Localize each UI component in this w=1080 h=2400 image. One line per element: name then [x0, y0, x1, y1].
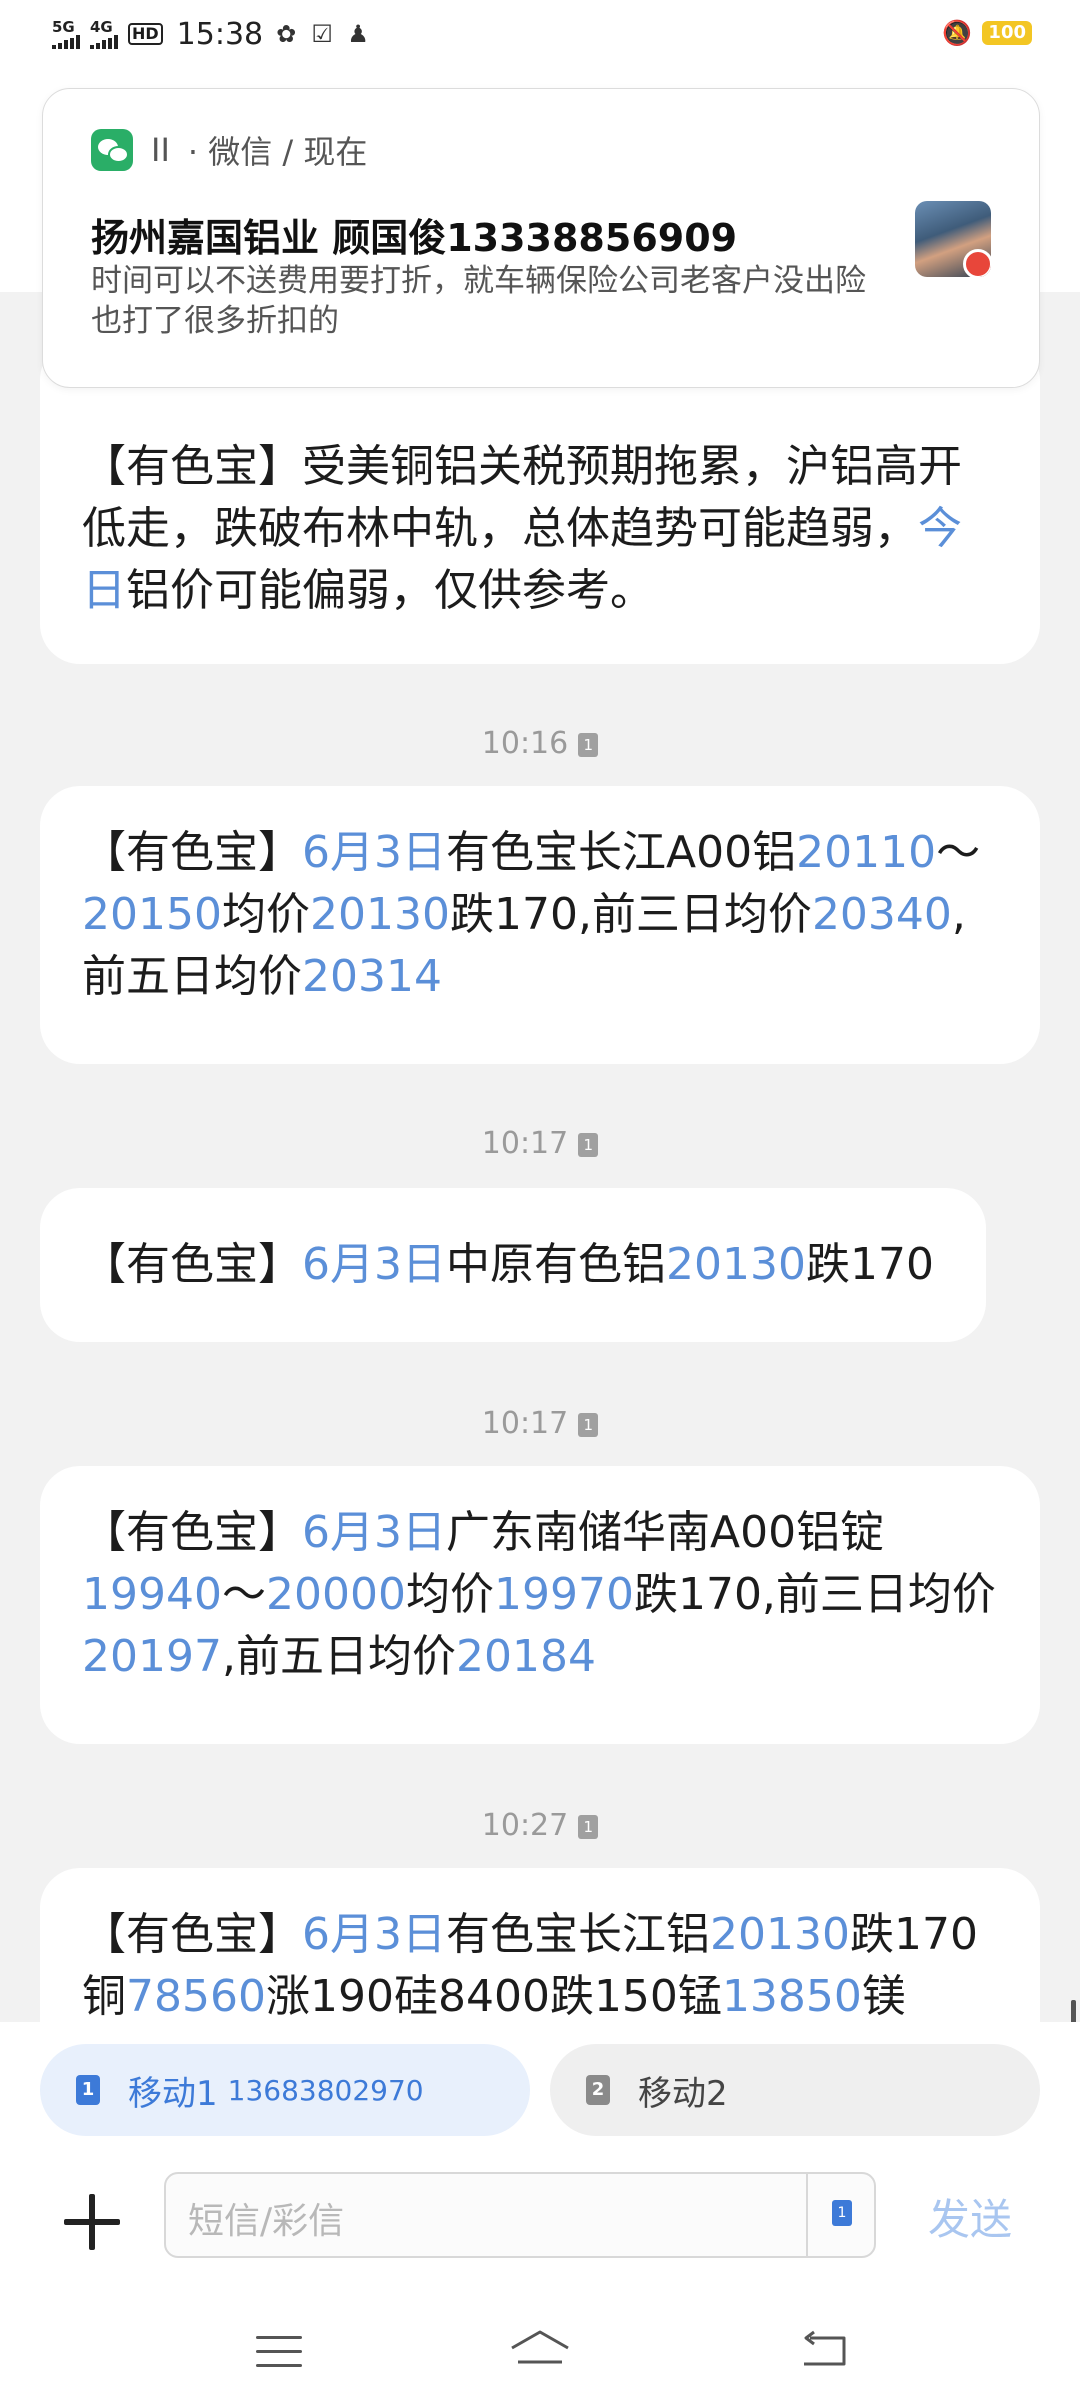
navigation-bar: [0, 2322, 1080, 2382]
message-text: 均价: [405, 1569, 494, 1620]
message-text: 广东南储华南A00铝锭: [446, 1507, 885, 1558]
message-text: 【有色宝】: [82, 1909, 302, 1960]
message-text: ～: [221, 1569, 266, 1620]
composer-panel: 1 移动1 13683802970 2 移动2 短信/彩信 1 发送: [0, 2022, 1080, 2400]
highlighted-text[interactable]: 6月3日: [302, 1507, 446, 1558]
highlighted-text[interactable]: 20184: [456, 1631, 596, 1682]
message-text: 【有色宝】受美铜铝关税预期拖累，沪铝高开低走，跌破布林中轨，总体趋势可能趋弱，: [82, 441, 962, 554]
wechat-app-icon: [91, 129, 133, 171]
notification-body: 时间可以不送费用要打折，就车辆保险公司老客户没出险也打了很多折扣的: [91, 263, 866, 339]
message-timestamp: 10:17 1: [0, 1406, 1080, 1441]
message-timestamp: 10:16 1: [0, 726, 1080, 761]
notification-app-name: · 微信 / 现在: [187, 133, 368, 171]
highlighted-text[interactable]: 20130: [666, 1239, 806, 1290]
message-text: 跌170,前三日均价: [449, 889, 812, 940]
highlighted-text[interactable]: 6月3日: [302, 1909, 446, 1960]
mute-bell-icon: 🔕: [942, 19, 973, 47]
message-timestamp: 10:27 1: [0, 1808, 1080, 1843]
notification-title: 扬州嘉国铝业 顾国俊13338856909: [91, 216, 738, 260]
highlighted-text[interactable]: 20110: [796, 827, 936, 878]
message-text: ,前五日均价: [221, 1631, 456, 1682]
signal-4g-icon: 4G: [90, 19, 118, 49]
message-input[interactable]: 短信/彩信 1: [164, 2172, 876, 2258]
sim2-send-button[interactable]: 2 移动2: [550, 2044, 1040, 2136]
status-time: 15:38: [176, 16, 264, 52]
message-text: 跌170: [805, 1239, 934, 1290]
message-text: 中原有色铝: [446, 1239, 666, 1290]
message-text: 跌170: [849, 1909, 978, 1960]
send-button[interactable]: 发送: [928, 2186, 1012, 2247]
task-check-icon: ☑: [311, 20, 333, 48]
message-text: 有色宝长江铝: [446, 1909, 710, 1960]
sim1-number: 13683802970: [227, 2073, 424, 2107]
message-text: 【有色宝】: [82, 1507, 302, 1558]
highlighted-text[interactable]: 6月3日: [302, 827, 446, 878]
highlighted-text[interactable]: 19970: [494, 1569, 634, 1620]
sim1-send-button[interactable]: 1 移动1 13683802970: [40, 2044, 530, 2136]
highlighted-text[interactable]: 20197: [82, 1631, 222, 1682]
highlighted-text[interactable]: 19940: [82, 1569, 222, 1620]
highlighted-text[interactable]: 6月3日: [302, 1239, 446, 1290]
message-text: 前五日均价: [82, 951, 302, 1002]
message-text: 【有色宝】: [82, 827, 302, 878]
sim1-mini-icon: 1: [578, 1814, 599, 1839]
highlighted-text[interactable]: 20000: [266, 1569, 406, 1620]
message-text: 跌170,前三日均价: [633, 1569, 996, 1620]
highlighted-text[interactable]: 13850: [722, 1971, 862, 2022]
status-bar: 5G 4G HD 15:38 ✿ ☑ ♟ 🔕 100: [0, 0, 1080, 68]
add-attachment-icon[interactable]: [64, 2194, 120, 2250]
highlighted-text[interactable]: 20130: [710, 1909, 850, 1960]
message-text: 铜: [82, 1971, 126, 2022]
sim2-icon: 2: [586, 2075, 610, 2105]
message-text: 镁: [861, 1971, 906, 2022]
message-timestamp: 10:17 1: [0, 1126, 1080, 1161]
wechat-status-icon: ✿: [276, 20, 297, 48]
message-text: 有色宝长江A00铝: [446, 827, 797, 878]
hd-voice-icon: HD: [128, 23, 163, 45]
highlighted-text[interactable]: 78560: [126, 1971, 266, 2022]
message-text: ～: [936, 827, 981, 878]
sim2-label: 移动2: [638, 2073, 728, 2114]
highlighted-text[interactable]: 20150: [82, 889, 222, 940]
message-bubble[interactable]: 【有色宝】6月3日广东南储华南A00铝锭 19940～20000均价19970跌1…: [40, 1466, 1040, 1744]
qq-penguin-icon: ♟: [347, 20, 369, 48]
message-bubble[interactable]: 【有色宝】6月3日有色宝长江A00铝20110～ 20150均价20130跌170…: [40, 786, 1040, 1064]
message-text: 铝价可能偏弱，仅供参考。: [126, 565, 654, 616]
message-text: 涨190硅8400跌150锰: [265, 1971, 722, 2022]
message-bubble[interactable]: 【有色宝】受美铜铝关税预期拖累，沪铝高开低走，跌破布林中轨，总体趋势可能趋弱，今…: [40, 340, 1040, 664]
message-text: 【有色宝】: [82, 1239, 302, 1290]
scrollbar-thumb[interactable]: [1071, 2000, 1076, 2024]
sim1-mini-icon: 1: [578, 1412, 599, 1437]
back-icon[interactable]: [800, 2330, 848, 2368]
sim1-icon: 1: [76, 2075, 100, 2105]
notification-app-sep: II: [151, 131, 170, 169]
notification-app-row: II · 微信 / 现在: [91, 127, 367, 173]
highlighted-text[interactable]: 20314: [302, 951, 442, 1002]
message-text: 均价: [221, 889, 310, 940]
highlighted-text[interactable]: 20130: [310, 889, 450, 940]
menu-icon[interactable]: [256, 2336, 302, 2368]
sender-avatar: [915, 201, 991, 277]
home-icon[interactable]: [508, 2328, 572, 2368]
message-bubble[interactable]: 【有色宝】6月3日中原有色铝20130跌170: [40, 1188, 986, 1342]
message-input-placeholder: 短信/彩信: [188, 2201, 345, 2242]
signal-5g-icon: 5G: [52, 19, 80, 49]
sim-switch-icon[interactable]: 1: [832, 2200, 852, 2226]
message-text: ,: [951, 889, 966, 940]
highlighted-text[interactable]: 20340: [812, 889, 952, 940]
sim1-mini-icon: 1: [578, 1132, 599, 1157]
input-divider: [806, 2174, 808, 2256]
composer-row: 短信/彩信 1 发送: [0, 2172, 1080, 2268]
sim1-label: 移动1: [128, 2073, 218, 2114]
sim1-mini-icon: 1: [578, 732, 599, 757]
wechat-notification[interactable]: II · 微信 / 现在 扬州嘉国铝业 顾国俊13338856909 时间可以不…: [42, 88, 1040, 388]
battery-indicator: 100: [982, 21, 1032, 45]
